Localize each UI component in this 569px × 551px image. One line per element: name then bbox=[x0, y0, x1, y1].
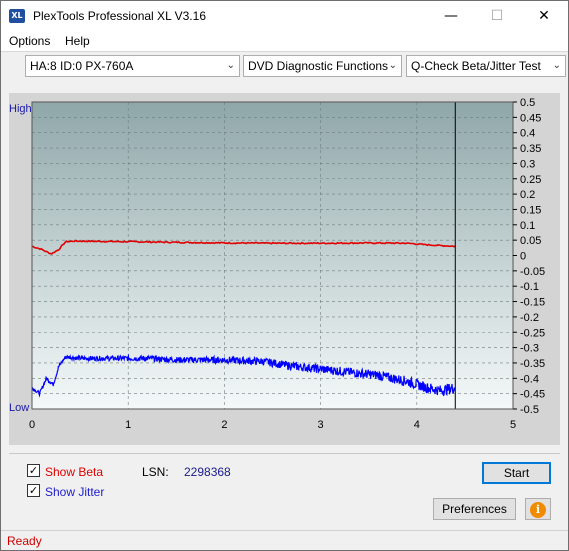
y-tick-label: 0 bbox=[520, 251, 526, 263]
y-tick-label: -0.3 bbox=[520, 343, 539, 355]
plextools-logo-icon: XL bbox=[9, 9, 25, 23]
y-tick-label: -0.1 bbox=[520, 281, 539, 293]
y-tick-label: -0.5 bbox=[520, 404, 539, 416]
show-beta-checkbox[interactable]: ✓ bbox=[27, 464, 40, 477]
x-tick-label: 5 bbox=[510, 419, 516, 431]
beta-jitter-chart: High Low 0.50.450.40.350.30.250.20.150.1… bbox=[9, 97, 545, 431]
start-button[interactable]: Start bbox=[482, 462, 551, 484]
x-tick-label: 4 bbox=[414, 419, 420, 431]
y-tick-label: -0.15 bbox=[520, 297, 545, 309]
x-tick-label: 3 bbox=[318, 419, 324, 431]
y-tick-label: -0.2 bbox=[520, 312, 539, 324]
app-window: XL PlexTools Professional XL V3.16 — ☐ ✕… bbox=[0, 0, 569, 551]
preferences-button[interactable]: Preferences bbox=[433, 498, 516, 520]
lsn-label: LSN: bbox=[142, 465, 169, 479]
info-icon: i bbox=[530, 502, 546, 518]
y-tick-label: 0.3 bbox=[520, 158, 535, 170]
menu-help[interactable]: Help bbox=[65, 34, 90, 48]
y-tick-label: 0.35 bbox=[520, 143, 541, 155]
y-tick-label: 0.4 bbox=[520, 128, 535, 140]
y-tick-label: -0.05 bbox=[520, 266, 545, 278]
high-label: High bbox=[9, 103, 32, 115]
low-label: Low bbox=[9, 402, 29, 414]
function-select-value: DVD Diagnostic Functions bbox=[248, 59, 389, 73]
y-axis-labels: 0.5 0.45 0.4 0.35 0.3 0.25 0.2 0.15 0.1 0.05 0 -0.0… bbox=[513, 97, 545, 416]
toolbar-divider bbox=[1, 51, 568, 52]
chevron-down-icon: ⌄ bbox=[226, 60, 235, 71]
y-tick-label: 0.5 bbox=[520, 97, 535, 109]
show-jitter-label[interactable]: Show Jitter bbox=[45, 485, 104, 499]
drive-select-value: HA:8 ID:0 PX-760A bbox=[30, 59, 134, 73]
x-axis-labels: 0 1 2 3 4 5 bbox=[29, 419, 516, 431]
info-button[interactable]: i bbox=[525, 498, 551, 520]
show-jitter-checkbox[interactable]: ✓ bbox=[27, 484, 40, 497]
test-select[interactable]: Q-Check Beta/Jitter Test ⌄ bbox=[406, 55, 566, 77]
x-tick-label: 1 bbox=[125, 419, 131, 431]
lsn-value: 2298368 bbox=[184, 465, 231, 479]
window-title: PlexTools Professional XL V3.16 bbox=[33, 9, 206, 23]
maximize-button[interactable]: ☐ bbox=[474, 1, 520, 31]
y-tick-label: 0.2 bbox=[520, 189, 535, 201]
status-bar: Ready bbox=[1, 530, 568, 550]
y-tick-label: 0.1 bbox=[520, 220, 535, 232]
status-text: Ready bbox=[7, 534, 42, 548]
chart-panel: High Low 0.5 0.45 0.4 0.35 0.3 0.25 0.2 0.15 0.1… bbox=[9, 93, 560, 445]
test-select-value: Q-Check Beta/Jitter Test bbox=[411, 59, 541, 73]
minimize-button[interactable]: — bbox=[428, 1, 474, 31]
menu-bar: Options Help bbox=[1, 31, 568, 51]
y-tick-label: 0.45 bbox=[520, 112, 541, 124]
y-tick-label: 0.15 bbox=[520, 204, 541, 216]
show-beta-label[interactable]: Show Beta bbox=[45, 465, 103, 479]
x-tick-label: 0 bbox=[29, 419, 35, 431]
y-tick-label: -0.4 bbox=[520, 373, 539, 385]
y-tick-label: 0.05 bbox=[520, 235, 541, 247]
function-select[interactable]: DVD Diagnostic Functions ⌄ bbox=[243, 55, 402, 77]
y-tick-label: -0.25 bbox=[520, 327, 545, 339]
options-divider bbox=[9, 453, 560, 454]
close-button[interactable]: ✕ bbox=[521, 1, 567, 31]
chevron-down-icon: ⌄ bbox=[552, 60, 561, 71]
chevron-down-icon: ⌄ bbox=[388, 60, 397, 71]
y-tick-label: -0.35 bbox=[520, 358, 545, 370]
drive-select[interactable]: HA:8 ID:0 PX-760A ⌄ bbox=[25, 55, 240, 77]
menu-options[interactable]: Options bbox=[9, 34, 50, 48]
y-tick-label: 0.25 bbox=[520, 174, 541, 186]
title-bar[interactable]: XL PlexTools Professional XL V3.16 — ☐ ✕ bbox=[1, 1, 568, 31]
y-tick-label: -0.45 bbox=[520, 389, 545, 401]
x-tick-label: 2 bbox=[221, 419, 227, 431]
